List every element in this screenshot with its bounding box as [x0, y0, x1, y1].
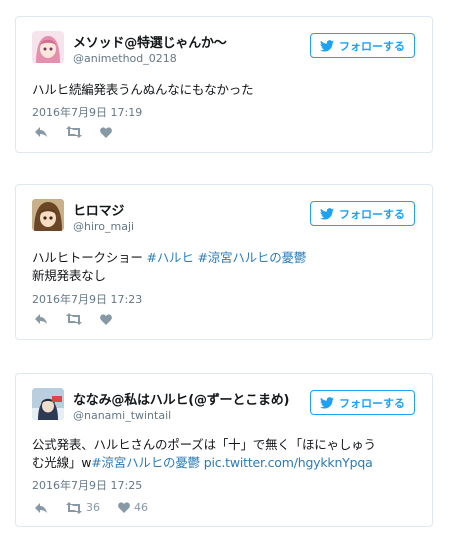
reply-button[interactable] [34, 313, 48, 325]
retweet-button[interactable] [66, 126, 82, 138]
reply-icon [35, 127, 47, 137]
like-button[interactable]: 46 [118, 501, 148, 514]
follow-label: フォローする [339, 396, 405, 410]
display-name[interactable]: メソッド@特選じゃんか〜 [73, 32, 227, 51]
tweet-text-segment: 公式発表、ハルヒさんのポーズは「十」で無く「ほにゃしゅう [32, 437, 376, 452]
like-button[interactable] [100, 313, 112, 325]
display-name[interactable]: ななみ@私はハルヒ(@ずーとこまめ) [73, 389, 289, 408]
bird-icon [320, 207, 334, 220]
like-count: 46 [134, 501, 148, 514]
follow-button[interactable]: フォローする [310, 201, 415, 226]
tweet-text: 公式発表、ハルヒさんのポーズは「十」で無く「ほにゃしゅう む光線」w#涼宮ハルヒ… [32, 436, 422, 472]
retweet-count: 36 [86, 501, 100, 514]
follow-label: フォローする [339, 39, 405, 53]
reply-button[interactable] [34, 126, 48, 138]
heart-icon [118, 502, 130, 513]
tweet-text-segment: ハルヒトークショー [32, 250, 147, 265]
tweet-timestamp[interactable]: 2016年7月9日 17:23 [32, 291, 142, 307]
tweet-actions: 36 46 [34, 501, 166, 514]
follow-label: フォローする [339, 207, 405, 221]
bird-icon [320, 396, 334, 409]
follow-button[interactable]: フォローする [310, 33, 415, 58]
tweet-text-segment: 新規発表なし [32, 268, 106, 283]
tweet-timestamp[interactable]: 2016年7月9日 17:25 [32, 477, 142, 493]
retweet-button[interactable]: 36 [66, 501, 100, 514]
tweet-text-segment: む光線」w [32, 455, 92, 470]
like-button[interactable] [100, 126, 112, 138]
hashtag-link[interactable]: #涼宮ハルヒの憂鬱 [197, 250, 306, 265]
reply-icon [35, 502, 47, 513]
follow-button[interactable]: フォローする [310, 390, 415, 415]
avatar[interactable] [32, 199, 64, 231]
tweet-timestamp[interactable]: 2016年7月9日 17:19 [32, 104, 142, 120]
user-handle[interactable]: @animethod_0218 [73, 52, 177, 65]
reply-button[interactable] [34, 502, 48, 514]
tweet-text: ハルヒ続編発表うんぬんなにもなかった [32, 82, 254, 97]
avatar[interactable] [32, 31, 64, 63]
tweet-card: ヒロマジ @hiro_maji フォローする ハルヒトークショー #ハルヒ #涼… [15, 184, 433, 340]
tweet-text: ハルヒトークショー #ハルヒ #涼宮ハルヒの憂鬱 新規発表なし [32, 249, 422, 285]
avatar[interactable] [32, 388, 64, 420]
heart-icon [100, 313, 112, 325]
user-handle[interactable]: @nanami_twintail [73, 409, 171, 422]
tweet-card: ななみ@私はハルヒ(@ずーとこまめ) @nanami_twintail フォロー… [15, 373, 433, 527]
tweet-actions [34, 126, 130, 138]
retweet-button[interactable] [66, 313, 82, 325]
tweet-actions [34, 313, 130, 325]
heart-icon [100, 126, 112, 138]
bird-icon [320, 39, 334, 52]
user-handle[interactable]: @hiro_maji [73, 220, 134, 233]
retweet-icon [66, 313, 82, 325]
hashtag-link[interactable]: #涼宮ハルヒの憂鬱 [91, 455, 200, 470]
retweet-icon [66, 126, 82, 138]
display-name[interactable]: ヒロマジ [73, 200, 124, 219]
hashtag-link[interactable]: #ハルヒ [146, 250, 193, 265]
media-link[interactable]: pic.twitter.com/hgykknYpqa [204, 455, 373, 470]
reply-icon [35, 314, 47, 324]
retweet-icon [66, 501, 82, 514]
tweet-card: メソッド@特選じゃんか〜 @animethod_0218 フォローする ハルヒ続… [15, 16, 433, 153]
